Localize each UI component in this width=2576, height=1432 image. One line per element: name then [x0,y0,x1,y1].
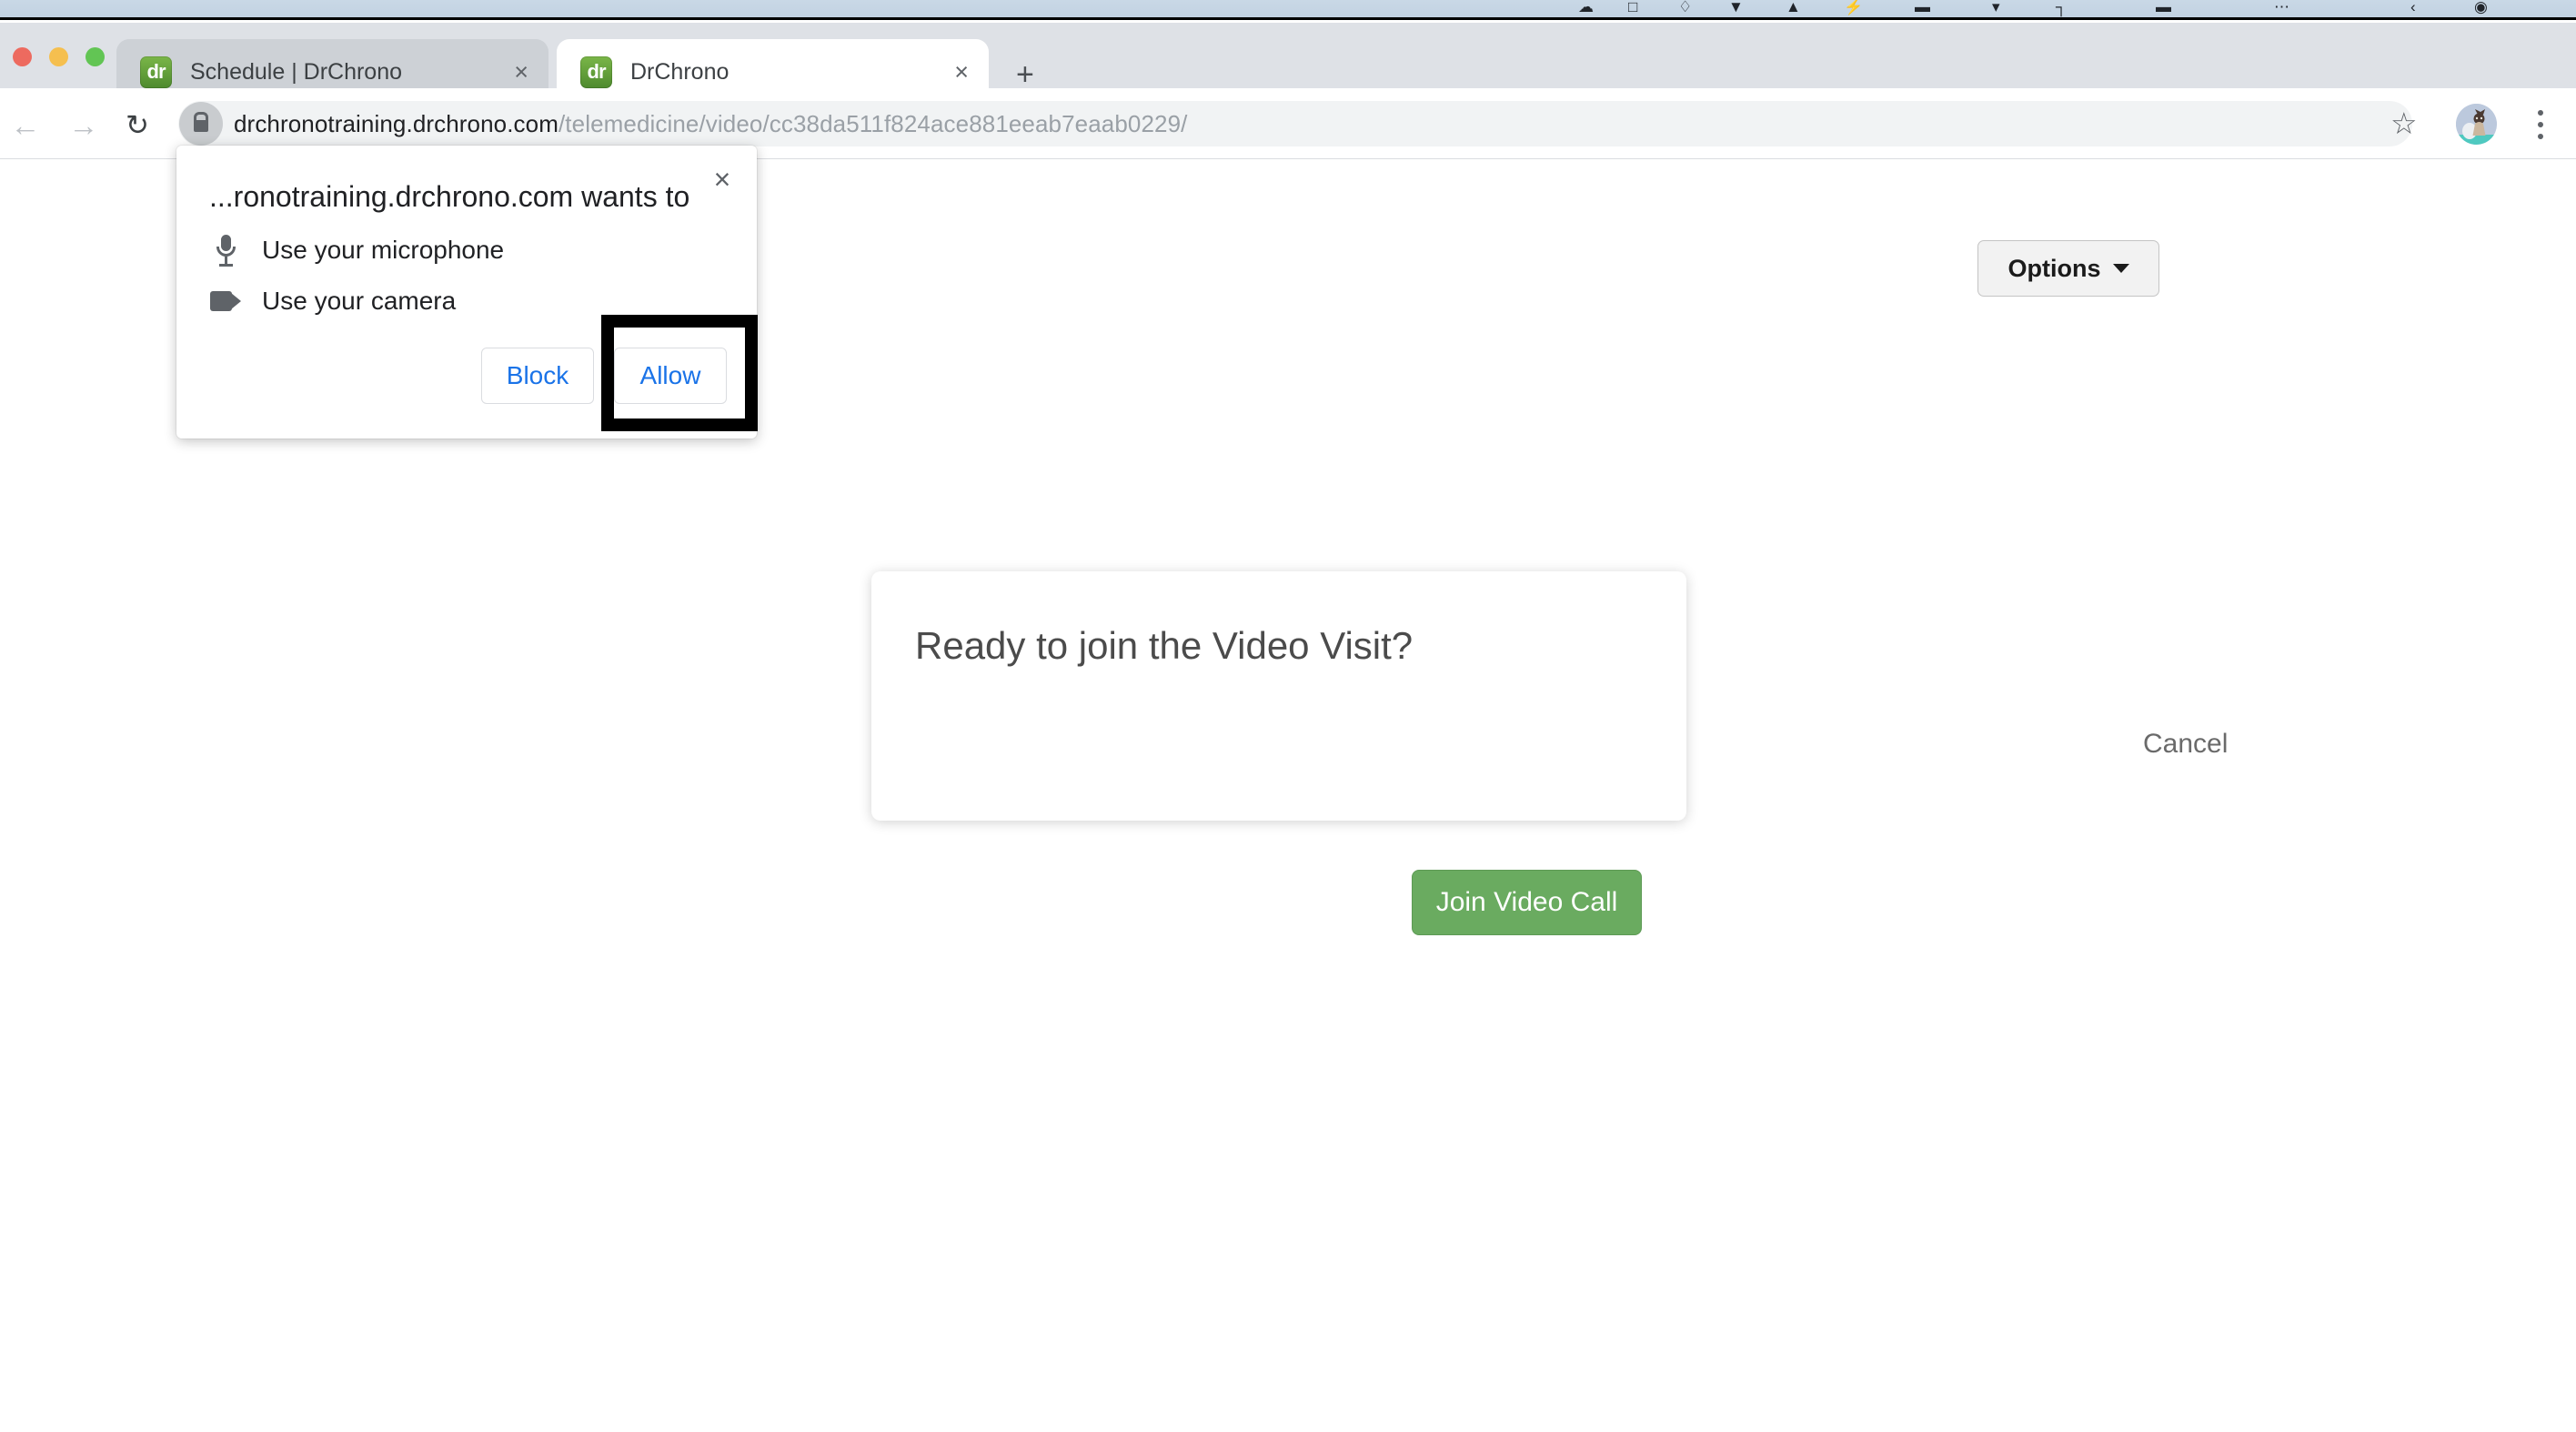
permission-label: Use your camera [262,287,457,315]
window-close-button[interactable] [13,47,32,66]
address-bar[interactable]: drchronotraining.drchrono.com/telemedici… [178,101,2412,146]
lock-icon[interactable] [179,102,223,146]
menubar-icon-13: ◉ [2474,0,2488,15]
tab-title: DrChrono [630,58,730,85]
modal-title: Ready to join the Video Visit? [915,624,1414,667]
options-button-label: Options [2007,254,2101,282]
browser-tab-strip: dr Schedule | DrChrono × dr DrChrono × + [0,23,2576,105]
camera-microphone-permission-dialog: × ...ronotraining.drchrono.com wants to … [176,146,757,439]
url-host: drchronotraining.drchrono.com [234,109,558,137]
avatar[interactable] [2456,104,2497,145]
new-tab-button[interactable]: + [1016,59,1034,90]
microphone-icon [209,235,242,267]
menubar-icon-6: ⚡ [1844,0,1864,15]
tab-close-icon[interactable]: × [954,59,969,85]
menubar-icon-2: □ [1628,0,1638,15]
permission-label: Use your microphone [262,236,505,264]
menubar-icon-5: ▲ [1786,0,1801,15]
menubar-icon-10: ▬ [2156,0,2171,15]
camera-icon [209,291,242,311]
menubar-icon-11: ⋯ [2274,0,2289,15]
menubar-icon-12: ‹ [2410,0,2416,15]
join-video-call-button[interactable]: Join Video Call [1412,870,1642,935]
permission-dialog-heading: ...ronotraining.drchrono.com wants to [209,180,690,213]
three-dot-menu-icon[interactable] [2527,108,2554,141]
menubar-icon-9: ┐ [2056,0,2068,15]
drchrono-favicon-icon: dr [580,55,612,88]
video-visit-modal: Ready to join the Video Visit? Cancel [871,571,2228,821]
window-maximize-button[interactable] [86,47,105,66]
drchrono-favicon-icon: dr [140,55,172,88]
menubar-icon-8: ▾ [1992,0,2000,15]
bookmark-star-icon[interactable]: ☆ [2390,108,2418,138]
reload-icon[interactable]: ↻ [119,106,156,143]
chevron-down-icon [2112,264,2129,273]
menubar-icon-4: ▼ [1728,0,1744,15]
permission-row-microphone: Use your microphone [209,235,505,267]
window-traffic-lights [13,47,105,66]
cancel-button[interactable]: Cancel [2143,729,2228,760]
forward-arrow-icon[interactable]: → [65,106,102,143]
window-minimize-button[interactable] [49,47,68,66]
menubar-icon-1: ☁ [1578,0,1594,15]
url-text: drchronotraining.drchrono.com/telemedici… [234,110,1187,138]
permission-row-camera: Use your camera [209,287,456,316]
macos-menu-bar: ☁ □ ♢ ▼ ▲ ⚡ ▬ ▾ ┐ ▬ ⋯ ‹ ◉ [0,0,2576,20]
close-icon[interactable]: × [704,161,740,197]
tab-title: Schedule | DrChrono [190,58,403,85]
options-button[interactable]: Options [1977,240,2159,297]
menubar-icon-7: ▬ [1915,0,1930,15]
url-path: /telemedicine/video/cc38da511f824ace881e… [558,109,1188,137]
tab-close-icon[interactable]: × [514,59,528,85]
menubar-icon-3: ♢ [1678,0,1693,15]
block-button[interactable]: Block [481,348,594,404]
allow-button[interactable]: Allow [614,348,727,404]
back-arrow-icon[interactable]: ← [7,106,44,143]
